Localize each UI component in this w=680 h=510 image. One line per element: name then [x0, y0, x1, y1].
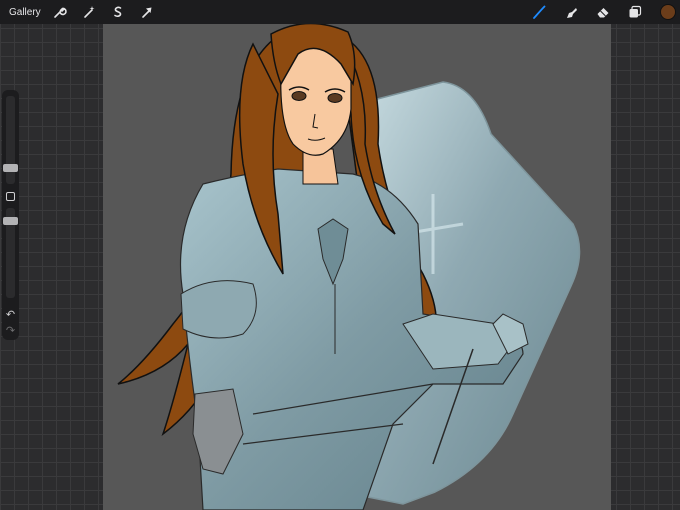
smudge-icon[interactable] — [564, 5, 578, 19]
color-swatch[interactable] — [660, 4, 676, 20]
brush-size-thumb[interactable] — [3, 164, 18, 172]
brush-icon[interactable] — [532, 5, 546, 19]
magic-wand-icon[interactable] — [82, 5, 96, 19]
modify-button[interactable] — [6, 192, 15, 201]
artwork — [117, 24, 581, 510]
eraser-icon[interactable] — [596, 5, 610, 19]
drawing-canvas[interactable] — [103, 24, 611, 510]
wrench-icon[interactable] — [53, 5, 67, 19]
selection-icon[interactable] — [111, 5, 125, 19]
right-tools — [532, 0, 680, 24]
top-toolbar: Gallery — [0, 0, 680, 24]
gallery-button[interactable]: Gallery — [9, 7, 41, 18]
redo-button[interactable]: ↷ — [4, 324, 17, 337]
sidebar: ↶ ↷ — [2, 90, 19, 340]
opacity-thumb[interactable] — [3, 217, 18, 225]
layers-icon[interactable] — [628, 5, 642, 19]
undo-button[interactable]: ↶ — [4, 308, 17, 321]
transform-arrow-icon[interactable] — [140, 5, 154, 19]
